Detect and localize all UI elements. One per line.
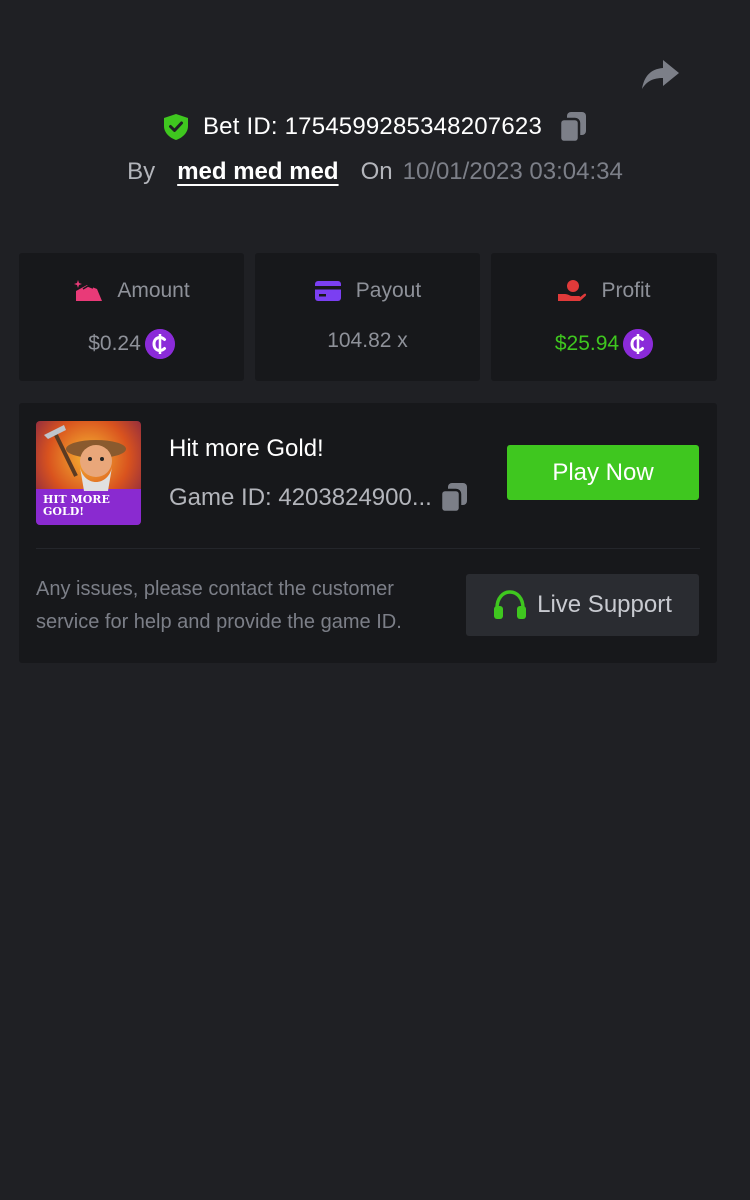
coin-icon (623, 329, 654, 359)
amount-label: Amount (117, 279, 190, 302)
live-support-label: Live Support (537, 591, 672, 618)
payout-value-row: 104.82 x (255, 329, 480, 353)
headset-icon (494, 590, 527, 619)
payout-header: Payout (255, 279, 480, 303)
money-bag-icon (74, 280, 103, 301)
profit-value: $25.94 (554, 332, 620, 355)
share-button[interactable] (641, 58, 681, 92)
support-message: Any issues, please contact the customer … (36, 578, 402, 633)
hand-coin-icon (558, 280, 587, 301)
profit-card: Profit $25.94 (491, 253, 717, 381)
profit-label: Profit (601, 279, 651, 302)
bet-meta-row: By med med med On 10/01/2023 03:04:34 (0, 154, 750, 190)
payout-value: 104.82 x (327, 329, 408, 352)
divider (36, 548, 700, 549)
bet-datetime: 10/01/2023 03:04:34 (402, 158, 623, 185)
payout-label: Payout (355, 279, 422, 302)
copy-game-id-icon[interactable] (439, 482, 468, 513)
game-title: Hit more Gold! (169, 435, 324, 462)
by-label: By (127, 158, 156, 185)
game-thumbnail[interactable]: HIT MORE GOLD! (36, 421, 141, 525)
share-icon (642, 60, 679, 89)
game-panel: HIT MORE GOLD! Hit more Gold! Game ID: 4… (19, 403, 717, 663)
card-icon (314, 281, 341, 301)
copy-bet-id-icon[interactable] (559, 111, 587, 143)
profit-header: Profit (491, 279, 717, 303)
game-artwork: HIT MORE GOLD! (36, 421, 141, 525)
play-now-button[interactable]: Play Now (507, 445, 699, 500)
amount-card: Amount $0.24 (19, 253, 244, 381)
verified-shield-icon (163, 114, 188, 140)
amount-value-row: $0.24 (19, 329, 244, 359)
username-link[interactable]: med med med (177, 158, 338, 186)
amount-value: $0.24 (88, 332, 141, 355)
amount-header: Amount (19, 279, 244, 303)
payout-card: Payout 104.82 x (255, 253, 480, 381)
thumbnail-title-2: GOLD! (43, 505, 84, 518)
live-support-button[interactable]: Live Support (466, 574, 699, 636)
on-label: On (360, 158, 393, 185)
bet-id: Bet ID: 1754599285348207623 (202, 113, 543, 140)
bet-id-row: Bet ID: 1754599285348207623 (0, 108, 750, 146)
coin-icon (144, 329, 175, 359)
game-id: Game ID: 4203824900... (169, 483, 432, 511)
game-id-row: Game ID: 4203824900... (169, 482, 468, 513)
profit-value-row: $25.94 (491, 329, 717, 359)
